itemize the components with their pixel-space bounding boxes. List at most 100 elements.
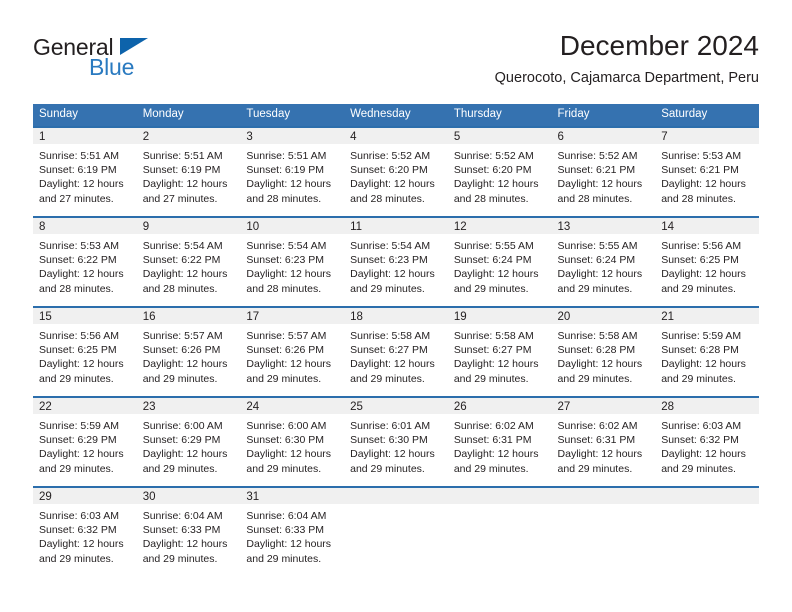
calendar-day-cell[interactable]: 12 Sunrise: 5:55 AM Sunset: 6:24 PM Dayligh… xyxy=(447,216,552,306)
day-cell-inner: 2 Sunrise: 5:51 AM Sunset: 6:19 PM Daylight… xyxy=(136,126,241,216)
daylight-text-line2: and 29 minutes. xyxy=(350,372,425,385)
day-details: Sunrise: 5:59 AM Sunset: 6:29 PM Daylight:… xyxy=(33,414,137,476)
day-number: 11 xyxy=(344,216,448,234)
calendar-week-row: 1 Sunrise: 5:51 AM Sunset: 6:19 PM Daylight… xyxy=(33,126,759,216)
calendar-day-cell[interactable]: 6 Sunrise: 5:52 AM Sunset: 6:21 PM Daylight… xyxy=(551,126,656,216)
daylight-text-line2: and 28 minutes. xyxy=(350,192,425,205)
day-number: 1 xyxy=(33,126,137,144)
calendar-day-cell[interactable]: 10 Sunrise: 5:54 AM Sunset: 6:23 PM Dayligh… xyxy=(240,216,345,306)
calendar-day-cell[interactable]: 28 Sunrise: 6:03 AM Sunset: 6:32 PM Dayligh… xyxy=(655,396,759,486)
calendar-day-cell[interactable]: 18 Sunrise: 5:58 AM Sunset: 6:27 PM Dayligh… xyxy=(344,306,448,396)
sunrise-text: Sunrise: 5:52 AM xyxy=(557,150,638,162)
calendar-day-cell[interactable]: 19 Sunrise: 5:58 AM Sunset: 6:27 PM Dayligh… xyxy=(447,306,552,396)
calendar-day-cell[interactable]: 11 Sunrise: 5:54 AM Sunset: 6:23 PM Dayligh… xyxy=(344,216,448,306)
calendar-day-cell[interactable]: 22 Sunrise: 5:59 AM Sunset: 6:29 PM Dayligh… xyxy=(33,396,137,486)
day-details: Sunrise: 5:54 AM Sunset: 6:22 PM Daylight:… xyxy=(137,234,241,296)
calendar-day-cell[interactable]: 13 Sunrise: 5:55 AM Sunset: 6:24 PM Dayligh… xyxy=(551,216,656,306)
calendar-day-cell[interactable]: 25 Sunrise: 6:01 AM Sunset: 6:30 PM Dayligh… xyxy=(344,396,448,486)
daylight-text-line1: Daylight: 12 hours xyxy=(661,268,746,281)
calendar-day-cell[interactable]: 26 Sunrise: 6:02 AM Sunset: 6:31 PM Dayligh… xyxy=(447,396,552,486)
day-details: Sunrise: 5:55 AM Sunset: 6:24 PM Daylight:… xyxy=(448,234,552,296)
day-number: 14 xyxy=(655,216,759,234)
calendar-day-cell[interactable]: 30 Sunrise: 6:04 AM Sunset: 6:33 PM Dayligh… xyxy=(136,486,241,576)
sunset-text: Sunset: 6:24 PM xyxy=(557,254,636,267)
calendar-day-cell[interactable]: 4 Sunrise: 5:52 AM Sunset: 6:20 PM Daylight… xyxy=(344,126,448,216)
calendar-day-cell[interactable]: 20 Sunrise: 5:58 AM Sunset: 6:28 PM Dayligh… xyxy=(551,306,656,396)
daylight-text-line1: Daylight: 12 hours xyxy=(142,178,228,191)
calendar-day-cell[interactable]: 16 Sunrise: 5:57 AM Sunset: 6:26 PM Dayligh… xyxy=(136,306,241,396)
calendar-day-cell[interactable]: 24 Sunrise: 6:00 AM Sunset: 6:30 PM Dayligh… xyxy=(240,396,345,486)
day-cell-inner: 18 Sunrise: 5:58 AM Sunset: 6:27 PM Dayligh… xyxy=(344,306,448,396)
daylight-text-line2: and 27 minutes. xyxy=(142,192,218,205)
calendar-day-cell[interactable]: 9 Sunrise: 5:54 AM Sunset: 6:22 PM Daylight… xyxy=(136,216,241,306)
daylight-text-line1: Daylight: 12 hours xyxy=(39,448,124,461)
day-details: Sunrise: 5:56 AM Sunset: 6:25 PM Daylight:… xyxy=(655,234,759,296)
daylight-text-line2: and 29 minutes. xyxy=(246,372,322,385)
sunset-text: Sunset: 6:27 PM xyxy=(453,344,532,357)
calendar-day-cell[interactable]: 27 Sunrise: 6:02 AM Sunset: 6:31 PM Dayligh… xyxy=(551,396,656,486)
calendar-day-cell-empty xyxy=(655,486,759,576)
day-details: Sunrise: 6:02 AM Sunset: 6:31 PM Daylight:… xyxy=(552,414,656,476)
daylight-text-line1: Daylight: 12 hours xyxy=(142,268,228,281)
calendar-day-cell[interactable]: 17 Sunrise: 5:57 AM Sunset: 6:26 PM Dayligh… xyxy=(240,306,345,396)
day-cell-inner: 29 Sunrise: 6:03 AM Sunset: 6:32 PM Dayligh… xyxy=(33,486,137,576)
day-number xyxy=(447,486,552,504)
general-blue-logo[interactable]: General Blue xyxy=(33,34,233,86)
daylight-text-line2: and 29 minutes. xyxy=(39,462,114,475)
calendar-day-cell[interactable]: 7 Sunrise: 5:53 AM Sunset: 6:21 PM Daylight… xyxy=(655,126,759,216)
day-cell-inner: 28 Sunrise: 6:03 AM Sunset: 6:32 PM Dayligh… xyxy=(655,396,759,486)
day-details: Sunrise: 5:57 AM Sunset: 6:26 PM Daylight:… xyxy=(137,324,241,386)
calendar-header-row: Sunday Monday Tuesday Wednesday Thursday… xyxy=(33,104,759,126)
day-cell-inner: 31 Sunrise: 6:04 AM Sunset: 6:33 PM Dayligh… xyxy=(240,486,345,576)
sunrise-text: Sunrise: 5:54 AM xyxy=(246,240,327,252)
calendar-day-cell[interactable]: 29 Sunrise: 6:03 AM Sunset: 6:32 PM Dayligh… xyxy=(33,486,137,576)
sunset-text: Sunset: 6:19 PM xyxy=(246,164,325,177)
weekday-header-monday: Monday xyxy=(136,104,241,126)
day-cell-inner: 9 Sunrise: 5:54 AM Sunset: 6:22 PM Daylight… xyxy=(136,216,241,306)
daylight-text-line1: Daylight: 12 hours xyxy=(246,448,332,461)
calendar-day-cell[interactable]: 3 Sunrise: 5:51 AM Sunset: 6:19 PM Daylight… xyxy=(240,126,345,216)
calendar-day-cell[interactable]: 2 Sunrise: 5:51 AM Sunset: 6:19 PM Daylight… xyxy=(136,126,241,216)
weekday-header-wednesday: Wednesday xyxy=(344,104,448,126)
day-cell-inner xyxy=(447,486,552,576)
day-details: Sunrise: 5:55 AM Sunset: 6:24 PM Daylight:… xyxy=(552,234,656,296)
daylight-text-line1: Daylight: 12 hours xyxy=(557,178,643,191)
day-number: 16 xyxy=(136,306,241,324)
calendar-day-cell[interactable]: 5 Sunrise: 5:52 AM Sunset: 6:20 PM Daylight… xyxy=(447,126,552,216)
sunset-text: Sunset: 6:28 PM xyxy=(557,344,636,357)
sunset-text: Sunset: 6:19 PM xyxy=(142,164,221,177)
calendar-day-cell[interactable]: 31 Sunrise: 6:04 AM Sunset: 6:33 PM Dayligh… xyxy=(240,486,345,576)
sunset-text: Sunset: 6:22 PM xyxy=(142,254,221,267)
day-cell-inner: 15 Sunrise: 5:56 AM Sunset: 6:25 PM Dayligh… xyxy=(33,306,137,396)
sunrise-text: Sunrise: 5:54 AM xyxy=(142,240,223,252)
calendar-day-cell[interactable]: 8 Sunrise: 5:53 AM Sunset: 6:22 PM Daylight… xyxy=(33,216,137,306)
daylight-text-line1: Daylight: 12 hours xyxy=(246,358,332,371)
calendar-day-cell[interactable]: 15 Sunrise: 5:56 AM Sunset: 6:25 PM Dayligh… xyxy=(33,306,137,396)
sunrise-text: Sunrise: 5:59 AM xyxy=(39,420,119,432)
day-number: 4 xyxy=(344,126,448,144)
day-number: 10 xyxy=(240,216,345,234)
day-cell-inner: 30 Sunrise: 6:04 AM Sunset: 6:33 PM Dayligh… xyxy=(136,486,241,576)
calendar-week-row: 15 Sunrise: 5:56 AM Sunset: 6:25 PM Dayligh… xyxy=(33,306,759,396)
sunrise-text: Sunrise: 5:52 AM xyxy=(350,150,431,162)
daylight-text-line2: and 28 minutes. xyxy=(246,192,322,205)
sunset-text: Sunset: 6:20 PM xyxy=(453,164,532,177)
calendar-day-cell[interactable]: 1 Sunrise: 5:51 AM Sunset: 6:19 PM Daylight… xyxy=(33,126,137,216)
daylight-text-line1: Daylight: 12 hours xyxy=(246,178,332,191)
sunrise-text: Sunrise: 5:51 AM xyxy=(246,150,327,162)
calendar-day-cell[interactable]: 21 Sunrise: 5:59 AM Sunset: 6:28 PM Dayligh… xyxy=(655,306,759,396)
daylight-text-line2: and 28 minutes. xyxy=(39,282,114,295)
calendar-day-cell[interactable]: 14 Sunrise: 5:56 AM Sunset: 6:25 PM Dayligh… xyxy=(655,216,759,306)
day-details: Sunrise: 5:51 AM Sunset: 6:19 PM Daylight:… xyxy=(240,144,344,206)
logo-text-blue: Blue xyxy=(89,54,135,80)
daylight-text-line2: and 27 minutes. xyxy=(39,192,114,205)
sunrise-text: Sunrise: 6:01 AM xyxy=(350,420,431,432)
day-cell-inner: 1 Sunrise: 5:51 AM Sunset: 6:19 PM Daylight… xyxy=(33,126,137,216)
day-number: 15 xyxy=(33,306,137,324)
calendar-day-cell[interactable]: 23 Sunrise: 6:00 AM Sunset: 6:29 PM Dayligh… xyxy=(136,396,241,486)
day-cell-inner: 14 Sunrise: 5:56 AM Sunset: 6:25 PM Dayligh… xyxy=(655,216,759,306)
daylight-text-line1: Daylight: 12 hours xyxy=(453,178,539,191)
sunrise-text: Sunrise: 5:54 AM xyxy=(350,240,431,252)
sunset-text: Sunset: 6:20 PM xyxy=(350,164,428,177)
day-details: Sunrise: 5:53 AM Sunset: 6:22 PM Daylight:… xyxy=(33,234,137,296)
